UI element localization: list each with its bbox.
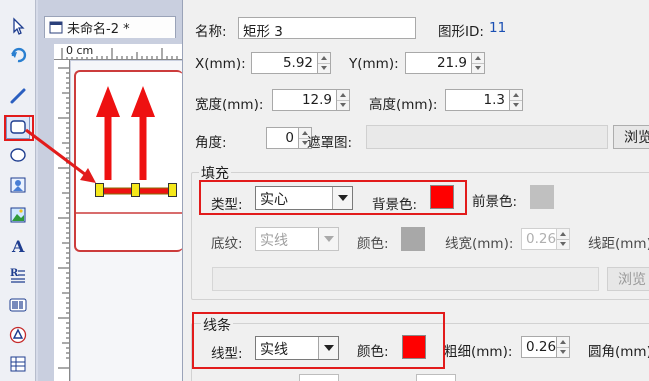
text-tool-icon: A: [11, 237, 25, 255]
rich-text-tool-icon: R: [10, 268, 25, 283]
table-tool[interactable]: [6, 352, 30, 376]
svg-text:A: A: [11, 237, 25, 255]
fg-color-swatch[interactable]: [530, 185, 554, 209]
qrcode-tool-icon: [9, 326, 27, 344]
line-highlight: [192, 312, 445, 369]
fg-color-label: 前景色:: [472, 194, 518, 210]
table-tool-icon: [10, 356, 26, 372]
mask-path-field: [366, 125, 608, 149]
mask-browse-button[interactable]: 浏览: [613, 125, 649, 149]
thickness-spinner[interactable]: [556, 336, 570, 358]
partial-field-1[interactable]: [299, 374, 339, 381]
fill-line-width-input[interactable]: 0.26: [521, 228, 557, 250]
y-label: Y(mm):: [349, 56, 399, 72]
width-label: 宽度(mm):: [195, 97, 264, 113]
svg-text:R: R: [10, 268, 19, 279]
y-spinner[interactable]: [471, 52, 485, 74]
height-spinner[interactable]: [509, 89, 523, 111]
pattern-value: 实线: [260, 233, 288, 249]
pattern-browse-button[interactable]: 浏览: [607, 267, 649, 291]
pattern-image-path: [212, 267, 599, 291]
angle-input[interactable]: 0: [266, 127, 299, 149]
fill-line-width-label: 线宽(mm):: [445, 236, 514, 252]
x-spinner[interactable]: [317, 52, 331, 74]
partial-field-2[interactable]: [416, 374, 456, 381]
shape-id-value: 11: [489, 20, 507, 36]
fill-spacing-label: 线距(mm): [588, 236, 649, 252]
shape-id-label: 图形ID:: [438, 24, 484, 40]
name-input[interactable]: 矩形 3: [238, 17, 416, 39]
x-input[interactable]: 5.92: [251, 52, 318, 74]
pattern-label: 底纹:: [211, 236, 243, 252]
pattern-color-swatch[interactable]: [401, 227, 425, 251]
annotation-arrow: [25, 128, 96, 183]
picture-tool[interactable]: [6, 203, 30, 227]
rich-text-tool[interactable]: R: [6, 263, 30, 287]
width-spinner[interactable]: [336, 89, 350, 111]
width-input[interactable]: 12.9: [272, 89, 337, 111]
pattern-color-label: 颜色:: [357, 236, 389, 252]
text-tool[interactable]: A: [6, 234, 30, 258]
selection-handle[interactable]: [168, 183, 177, 197]
barcode-tool-icon: [9, 298, 27, 312]
qrcode-tool[interactable]: [6, 323, 30, 347]
x-label: X(mm):: [195, 56, 246, 72]
angle-label: 角度:: [195, 135, 227, 151]
thickness-input[interactable]: 0.26: [521, 336, 557, 358]
height-label: 高度(mm):: [369, 97, 438, 113]
pattern-select[interactable]: 实线: [255, 227, 339, 251]
barcode-tool[interactable]: [6, 293, 30, 317]
mask-label: 遮罩图:: [307, 135, 353, 151]
name-label: 名称:: [195, 24, 227, 40]
height-input[interactable]: 1.3: [445, 89, 510, 111]
y-input[interactable]: 21.9: [405, 52, 472, 74]
fill-highlight: [199, 180, 467, 215]
thickness-label: 粗细(mm):: [444, 344, 513, 360]
fill-line-width-spinner[interactable]: [556, 228, 570, 250]
properties-panel: 名称: 矩形 3 图形ID: 11 X(mm): 5.92 Y(mm): 21.…: [182, 0, 649, 381]
corner-label: 圆角(mm): [588, 344, 649, 360]
selection-handle[interactable]: [131, 183, 140, 197]
picture-tool-icon: [10, 207, 26, 223]
